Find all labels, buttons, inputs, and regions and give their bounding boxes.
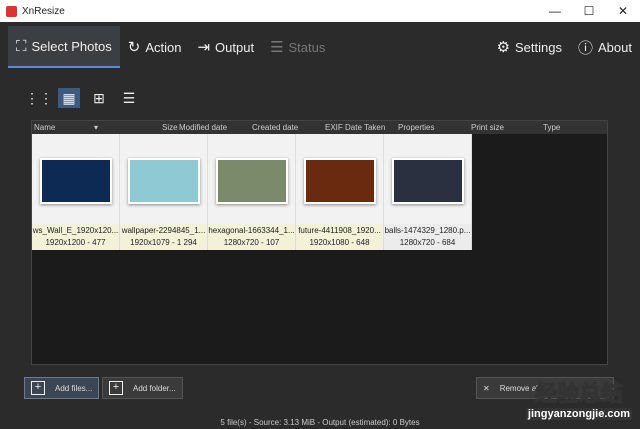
- add-folder-label: Add folder...: [133, 383, 176, 393]
- add-files-button[interactable]: + Add files...: [24, 377, 100, 399]
- large-grid-view-icon[interactable]: ⊞: [88, 88, 110, 108]
- minimize-button[interactable]: —: [538, 4, 572, 18]
- close-button[interactable]: ✕: [606, 4, 640, 18]
- about-button[interactable]: ⓘ About: [570, 26, 640, 68]
- file-list[interactable]: Name ▾ Size Modified date Created date E…: [31, 120, 608, 365]
- col-modified[interactable]: Modified date: [179, 123, 227, 132]
- settings-label: Settings: [515, 39, 562, 55]
- file-name: hexagonal-1663344_1...: [208, 226, 295, 235]
- photo-select-icon: ⛶: [16, 37, 27, 55]
- thumbnail-image: [40, 158, 112, 204]
- col-print-size[interactable]: Print size: [471, 123, 504, 132]
- tab-select-photos[interactable]: ⛶ Select Photos: [8, 26, 120, 68]
- settings-button[interactable]: ⚙ Settings: [489, 26, 570, 68]
- col-size[interactable]: Size: [162, 123, 178, 132]
- file-thumbnail[interactable]: balls-1474329_1280.p... 1280x720 - 684: [384, 134, 472, 250]
- info-icon: ⓘ: [578, 39, 594, 57]
- tab-label: Action: [145, 39, 182, 55]
- tab-status[interactable]: ☰ Status: [262, 26, 333, 68]
- thumbnail-caption: ws_Wall_E_1920x120... 1920x1200 - 477: [32, 224, 119, 250]
- tab-label: Output: [215, 39, 255, 55]
- status-bar: 5 file(s) - Source: 3.13 MiB - Output (e…: [220, 418, 420, 427]
- watermark: 经验总结 jingyanzongjie.com: [525, 376, 632, 420]
- tab-action[interactable]: ↻ Action: [120, 26, 190, 68]
- app-icon: [6, 5, 17, 17]
- thumbnail-image: [304, 158, 376, 204]
- thumbnail-caption: wallpaper-2294845_1... 1920x1079 - 1 294: [120, 224, 207, 250]
- tab-label: Status: [288, 39, 326, 55]
- add-folder-button[interactable]: + Add folder...: [102, 377, 183, 399]
- column-header: Name ▾ Size Modified date Created date E…: [32, 121, 607, 134]
- gear-icon: ⚙: [496, 39, 511, 56]
- col-properties[interactable]: Properties: [398, 123, 434, 132]
- file-name: wallpaper-2294845_1...: [121, 226, 206, 235]
- thumbnail-image: [392, 158, 464, 204]
- thumbnail-caption: balls-1474329_1280.p... 1280x720 - 684: [384, 224, 471, 250]
- col-exif[interactable]: EXIF Date Taken: [325, 123, 385, 132]
- add-files-label: Add files...: [55, 383, 93, 393]
- window-title: XnResize: [22, 5, 65, 17]
- list-view-icon[interactable]: ☰: [118, 88, 140, 108]
- thumbnail-image: [128, 158, 200, 204]
- thumbnail-image: [216, 158, 288, 204]
- col-type[interactable]: Type: [543, 123, 560, 132]
- title-bar: XnResize — ☐ ✕: [0, 0, 640, 22]
- file-info: 1280x720 - 107: [223, 238, 280, 247]
- file-info: 1920x1079 - 1 294: [130, 238, 197, 247]
- small-grid-view-icon[interactable]: ⋮⋮: [25, 88, 53, 108]
- status-icon: ☰: [270, 39, 284, 56]
- about-label: About: [598, 39, 632, 55]
- x-icon: ✕: [483, 383, 490, 393]
- action-icon: ↻: [127, 39, 141, 56]
- col-created[interactable]: Created date: [252, 123, 298, 132]
- thumbnail-grid: ws_Wall_E_1920x120... 1920x1200 - 477 wall…: [32, 134, 607, 250]
- file-thumbnail[interactable]: ws_Wall_E_1920x120... 1920x1200 - 477: [32, 134, 120, 250]
- col-name[interactable]: Name: [34, 123, 55, 132]
- medium-grid-view-icon[interactable]: ▦: [58, 88, 80, 108]
- watermark-logo: 经验总结: [534, 381, 623, 407]
- main-toolbar: ⛶ Select Photos ↻ Action ⇥ Output ☰ Status ⚙…: [0, 22, 640, 72]
- add-folder-icon: +: [109, 381, 123, 395]
- file-name: future-4411908_1920...: [298, 226, 381, 235]
- tab-label: Select Photos: [31, 38, 112, 54]
- maximize-button[interactable]: ☐: [572, 4, 606, 18]
- tab-output[interactable]: ⇥ Output: [189, 26, 262, 68]
- thumbnail-caption: future-4411908_1920... 1920x1080 - 648: [296, 224, 383, 250]
- file-name: balls-1474329_1280.p...: [384, 226, 471, 235]
- file-thumbnail[interactable]: future-4411908_1920... 1920x1080 - 648: [296, 134, 384, 250]
- file-thumbnail[interactable]: wallpaper-2294845_1... 1920x1079 - 1 294: [120, 134, 208, 250]
- file-name: ws_Wall_E_1920x120...: [32, 226, 119, 235]
- add-file-icon: +: [31, 381, 45, 395]
- thumbnail-caption: hexagonal-1663344_1... 1280x720 - 107: [208, 224, 295, 250]
- file-info: 1920x1200 - 477: [45, 238, 106, 247]
- output-icon: ⇥: [197, 39, 211, 56]
- file-info: 1280x720 - 684: [399, 238, 456, 247]
- view-mode-bar: ⋮⋮ ▦ ⊞ ☰: [0, 72, 640, 122]
- file-info: 1920x1080 - 648: [309, 238, 370, 247]
- sort-arrow-icon: ▾: [94, 123, 99, 132]
- file-thumbnail[interactable]: hexagonal-1663344_1... 1280x720 - 107: [208, 134, 296, 250]
